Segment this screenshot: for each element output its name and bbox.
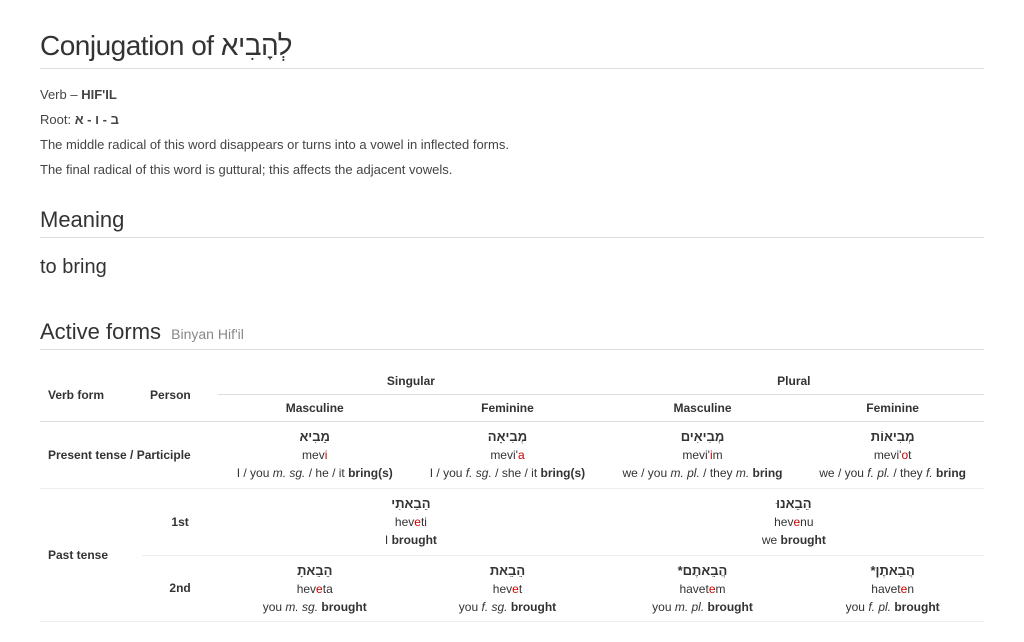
translit: heveti [395, 514, 427, 531]
row-person-1: 1st [142, 488, 218, 555]
cell-past2-fp: הֲבֵאתֶן* haveten you f. pl. brought [801, 555, 984, 622]
gloss: I / you m. sg. / he / it bring(s) [237, 465, 393, 482]
gloss: you f. pl. brought [846, 599, 940, 616]
gloss: you f. sg. brought [459, 599, 556, 616]
cell-past2-ms: הֵבֵאתָ heveta you m. sg. brought [218, 555, 411, 622]
translit: hevenu [774, 514, 813, 531]
verb-binyan: HIF'IL [81, 87, 117, 102]
verb-label: Verb – [40, 87, 81, 102]
table-row: Past tense 1st הֵבֵאתִי heveti I brought… [40, 488, 984, 555]
hebrew: הֵבֵאנוּ [776, 495, 812, 513]
col-pl-fem: Feminine [801, 395, 984, 422]
root-line: Root: ב - ו - א [40, 112, 984, 127]
gloss: we brought [762, 532, 826, 549]
cell-past1-sg: הֵבֵאתִי heveti I brought [218, 488, 604, 555]
col-pl-masc: Masculine [604, 395, 802, 422]
hebrew: מְבִיאִים [681, 428, 725, 446]
active-forms-label: Active forms [40, 319, 161, 344]
title-prefix: Conjugation of [40, 30, 221, 61]
col-sg-masc: Masculine [218, 395, 411, 422]
hebrew: הֵבֵאת [490, 562, 525, 580]
hebrew: מְבִיאָה [488, 428, 527, 446]
translit: hevet [493, 581, 522, 598]
gloss: we / you m. pl. / they m. bring [622, 465, 782, 482]
root-label: Root: [40, 112, 75, 127]
row-present-label: Present tense / Participle [40, 422, 218, 489]
divider [40, 349, 984, 350]
meaning-heading: Meaning [40, 207, 984, 233]
title-hebrew: לְהָבִיא [221, 30, 292, 61]
gloss: I / you f. sg. / she / it bring(s) [430, 465, 585, 482]
hebrew: מֵבִיא [299, 428, 330, 446]
gloss: I brought [385, 532, 437, 549]
hebrew: הֵבֵאתִי [391, 495, 430, 513]
hebrew: הֲבֵאתֶם* [678, 562, 728, 580]
divider [40, 68, 984, 69]
col-singular: Singular [218, 368, 604, 395]
cell-present-ms: מֵבִיא mevi I / you m. sg. / he / it bri… [218, 422, 411, 489]
hebrew: הֲבֵאתֶן* [871, 562, 915, 580]
gloss: you m. pl. brought [652, 599, 753, 616]
col-verb-form: Verb form [40, 368, 142, 422]
hebrew: הֵבֵאתָ [297, 562, 332, 580]
gloss: we / you f. pl. / they f. bring [819, 465, 966, 482]
note-1: The middle radical of this word disappea… [40, 137, 984, 152]
active-forms-sub: Binyan Hif'il [171, 326, 244, 342]
translit: mevi [302, 447, 327, 464]
conjugation-table: Verb form Person Singular Plural Masculi… [40, 368, 984, 622]
cell-past1-pl: הֵבֵאנוּ hevenu we brought [604, 488, 984, 555]
note-2: The final radical of this word is guttur… [40, 162, 984, 177]
cell-present-fp: מְבִיאוֹת mevi'ot we / you f. pl. / they… [801, 422, 984, 489]
translit: mevi'im [682, 447, 722, 464]
translit: havetem [679, 581, 725, 598]
verb-line: Verb – HIF'IL [40, 87, 984, 102]
divider [40, 237, 984, 238]
row-past-label: Past tense [40, 488, 142, 622]
table-row: Present tense / Participle מֵבִיא mevi I… [40, 422, 984, 489]
gloss: you m. sg. brought [263, 599, 367, 616]
col-sg-fem: Feminine [411, 395, 603, 422]
col-person: Person [142, 368, 218, 422]
row-person-2: 2nd [142, 555, 218, 622]
translit: mevi'a [490, 447, 524, 464]
translit: mevi'ot [874, 447, 912, 464]
cell-present-fs: מְבִיאָה mevi'a I / you f. sg. / she / i… [411, 422, 603, 489]
translit: haveten [871, 581, 914, 598]
cell-past2-fs: הֵבֵאת hevet you f. sg. brought [411, 555, 603, 622]
root-value: ב - ו - א [75, 112, 119, 127]
cell-present-mp: מְבִיאִים mevi'im we / you m. pl. / they… [604, 422, 802, 489]
meaning-text: to bring [40, 256, 984, 279]
page-title: Conjugation of לְהָבִיא [40, 30, 984, 62]
translit: heveta [297, 581, 333, 598]
col-plural: Plural [604, 368, 984, 395]
active-forms-heading: Active forms Binyan Hif'il [40, 319, 984, 345]
table-row: 2nd הֵבֵאתָ heveta you m. sg. brought הֵ… [40, 555, 984, 622]
cell-past2-mp: הֲבֵאתֶם* havetem you m. pl. brought [604, 555, 802, 622]
hebrew: מְבִיאוֹת [871, 428, 915, 446]
